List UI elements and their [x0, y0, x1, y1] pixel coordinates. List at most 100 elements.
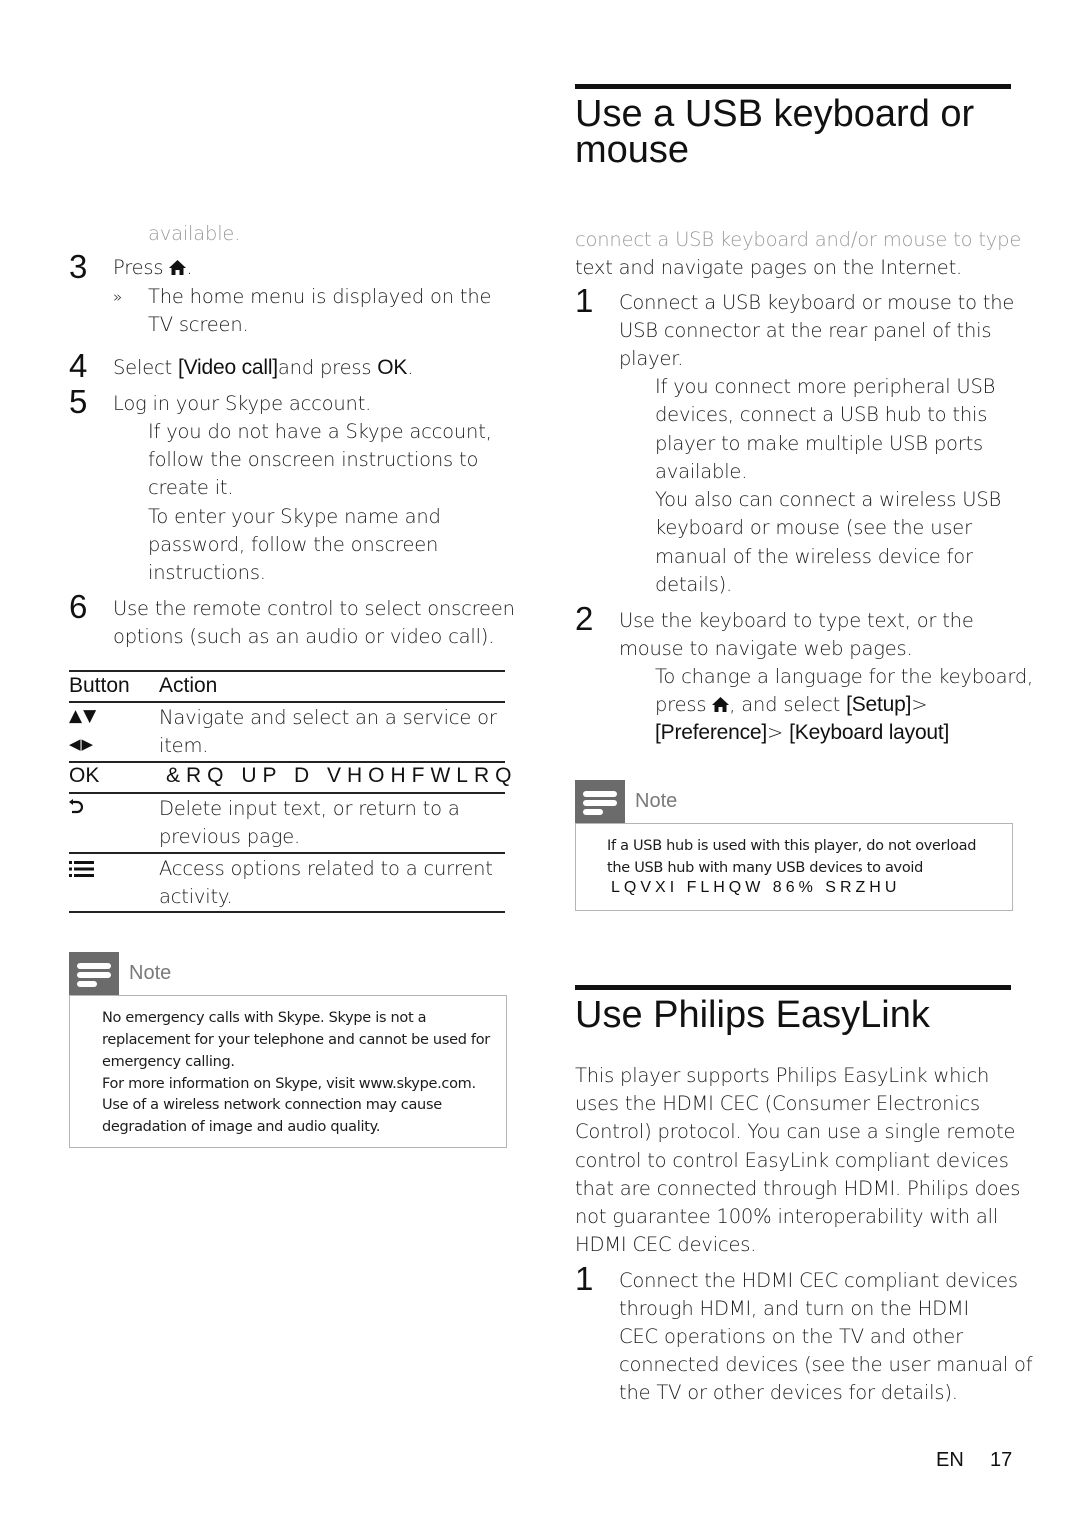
back-icon [69, 799, 83, 814]
menu-option-video-call: [Video call] [177, 356, 278, 379]
step-text: mouse to navigate web pages. [619, 637, 913, 660]
intro-line: HDMI CEC devices. [575, 1233, 757, 1256]
step-text: Use the keyboard to type text, or the [619, 609, 974, 632]
step-result-line: The home menu is displayed on the [148, 285, 492, 308]
step-text: connected devices (see the user manual o… [619, 1353, 1033, 1376]
step-text: Connect a USB keyboard or mouse to the [619, 291, 1015, 314]
menu-option-setup: [Setup] [846, 693, 912, 716]
result-marker: » [113, 288, 122, 306]
intro-line: that are connected through HDMI. Philips… [575, 1177, 1021, 1200]
separator: > [911, 693, 928, 716]
step-sub-line: password, follow the onscreen [148, 533, 439, 556]
table-action-text: item. [159, 734, 209, 757]
home-icon [712, 697, 730, 712]
step-sub-line: You also can connect a wireless USB [655, 488, 1002, 511]
step-sub-line: To change a language for the keyboard, [655, 665, 1034, 688]
step-text: Log in your Skype account. [113, 392, 372, 415]
step-number: 3 [69, 248, 88, 285]
step-3-text: Press . [113, 254, 193, 282]
step-text: . [186, 256, 193, 279]
step-text: the TV or other devices for details). [619, 1381, 958, 1404]
page-number: 17 [990, 1449, 1013, 1471]
step-text: options (such as an audio or video call)… [113, 625, 495, 648]
section-title-easylink: Use Philips EasyLink [575, 994, 930, 1036]
footer-language: EN [936, 1449, 964, 1471]
step-text: Select [113, 356, 178, 379]
options-icon [69, 861, 94, 877]
section-title-usb: Use a USB keyboard or [575, 93, 975, 135]
note-icon [575, 780, 625, 824]
table-action-text: Access options related to a current [159, 857, 493, 880]
step-sub-line: keyboard or mouse (see the user [655, 516, 972, 539]
note-label: Note [129, 962, 172, 984]
home-icon [169, 260, 187, 275]
step-text: through HDMI, and turn on the HDMI [619, 1297, 970, 1320]
step-4-text: Select [Video call]and press OK. [113, 354, 413, 382]
step-sub-line: press , and select [Setup]> [655, 691, 928, 719]
step-sub-line: [Preference]> [Keyboard layout] [655, 719, 949, 747]
table-header-action: Action [159, 674, 218, 697]
intro-line: text and navigate pages on the Internet. [575, 256, 963, 279]
note-label: Note [635, 790, 678, 812]
table-header-button: Button [69, 674, 130, 697]
table-rule [69, 670, 505, 672]
step-text: . [407, 356, 414, 379]
step-sub-line: If you do not have a Skype account, [148, 420, 492, 443]
step-number: 1 [575, 282, 594, 319]
table-action-text: activity. [159, 885, 233, 908]
note-line: Use of a wireless network connection may… [102, 1097, 442, 1113]
step-text: CEC operations on the TV and other [619, 1325, 963, 1348]
menu-option-keyboard-layout: [Keyboard layout] [789, 721, 950, 744]
step-sub-line: create it. [148, 476, 234, 499]
step-sub-line: If you connect more peripheral USB [655, 375, 996, 398]
table-action-text: &RQ UP D VHOHFWLRQ [166, 764, 518, 787]
separator: > [767, 721, 784, 744]
note-line: replacement for your telephone and canno… [102, 1032, 490, 1048]
step-number: 2 [575, 600, 594, 637]
table-rule [69, 792, 505, 794]
table-rule [69, 761, 505, 763]
intro-line: This player supports Philips EasyLink wh… [575, 1064, 990, 1087]
note-line: the USB hub with many USB devices to avo… [607, 860, 924, 876]
up-down-arrows-icon: ▲▼ [69, 706, 98, 726]
note-line: If a USB hub is used with this player, d… [607, 838, 977, 854]
step-number: 1 [575, 1260, 594, 1297]
step-text: Press [113, 256, 170, 279]
faded-text: available. [148, 222, 241, 245]
section-title-usb-line2: mouse [575, 129, 690, 171]
step-number: 5 [69, 383, 88, 420]
step-text: press [655, 693, 713, 716]
step-text: and press [277, 356, 378, 379]
intro-line: not guarantee 100% interoperability with… [575, 1205, 999, 1228]
table-action-text: Navigate and select an a service or [159, 706, 497, 729]
step-sub-line: instructions. [148, 561, 266, 584]
step-text: Connect the HDMI CEC compliant devices [619, 1269, 1018, 1292]
note-line: No emergency calls with Skype. Skype is … [102, 1010, 427, 1026]
table-rule [69, 852, 505, 854]
step-sub-line: devices, connect a USB hub to this [655, 403, 988, 426]
note-line: emergency calling. [102, 1054, 235, 1070]
step-sub-line: To enter your Skype name and [148, 505, 441, 528]
step-sub-line: manual of the wireless device for [655, 545, 973, 568]
step-sub-line: follow the onscreen instructions to [148, 448, 479, 471]
intro-line: Control) protocol. You can use a single … [575, 1120, 1016, 1143]
step-text: , and select [729, 693, 847, 716]
step-sub-line: details). [655, 573, 732, 596]
table-action-text: Delete input text, or return to a [159, 797, 460, 820]
table-rule [69, 701, 505, 703]
note-line: LQVXI FLHQW 86% SRZHU [611, 879, 901, 896]
note-line: For more information on Skype, visit www… [102, 1076, 476, 1092]
table-rule [69, 911, 505, 913]
step-number: 6 [69, 588, 88, 625]
ok-key: OK [377, 356, 408, 379]
ok-key: OK [69, 764, 100, 787]
intro-line: uses the HDMI CEC (Consumer Electronics [575, 1092, 980, 1115]
intro-line: control to control EasyLink compliant de… [575, 1149, 1009, 1172]
section-rule [575, 84, 1011, 89]
step-text: Use the remote control to select onscree… [113, 597, 515, 620]
menu-option-preference: [Preference] [655, 721, 767, 744]
note-icon [69, 952, 119, 996]
step-sub-line: player to make multiple USB ports [655, 432, 983, 455]
step-number: 4 [69, 347, 88, 384]
step-text: player. [619, 347, 684, 370]
